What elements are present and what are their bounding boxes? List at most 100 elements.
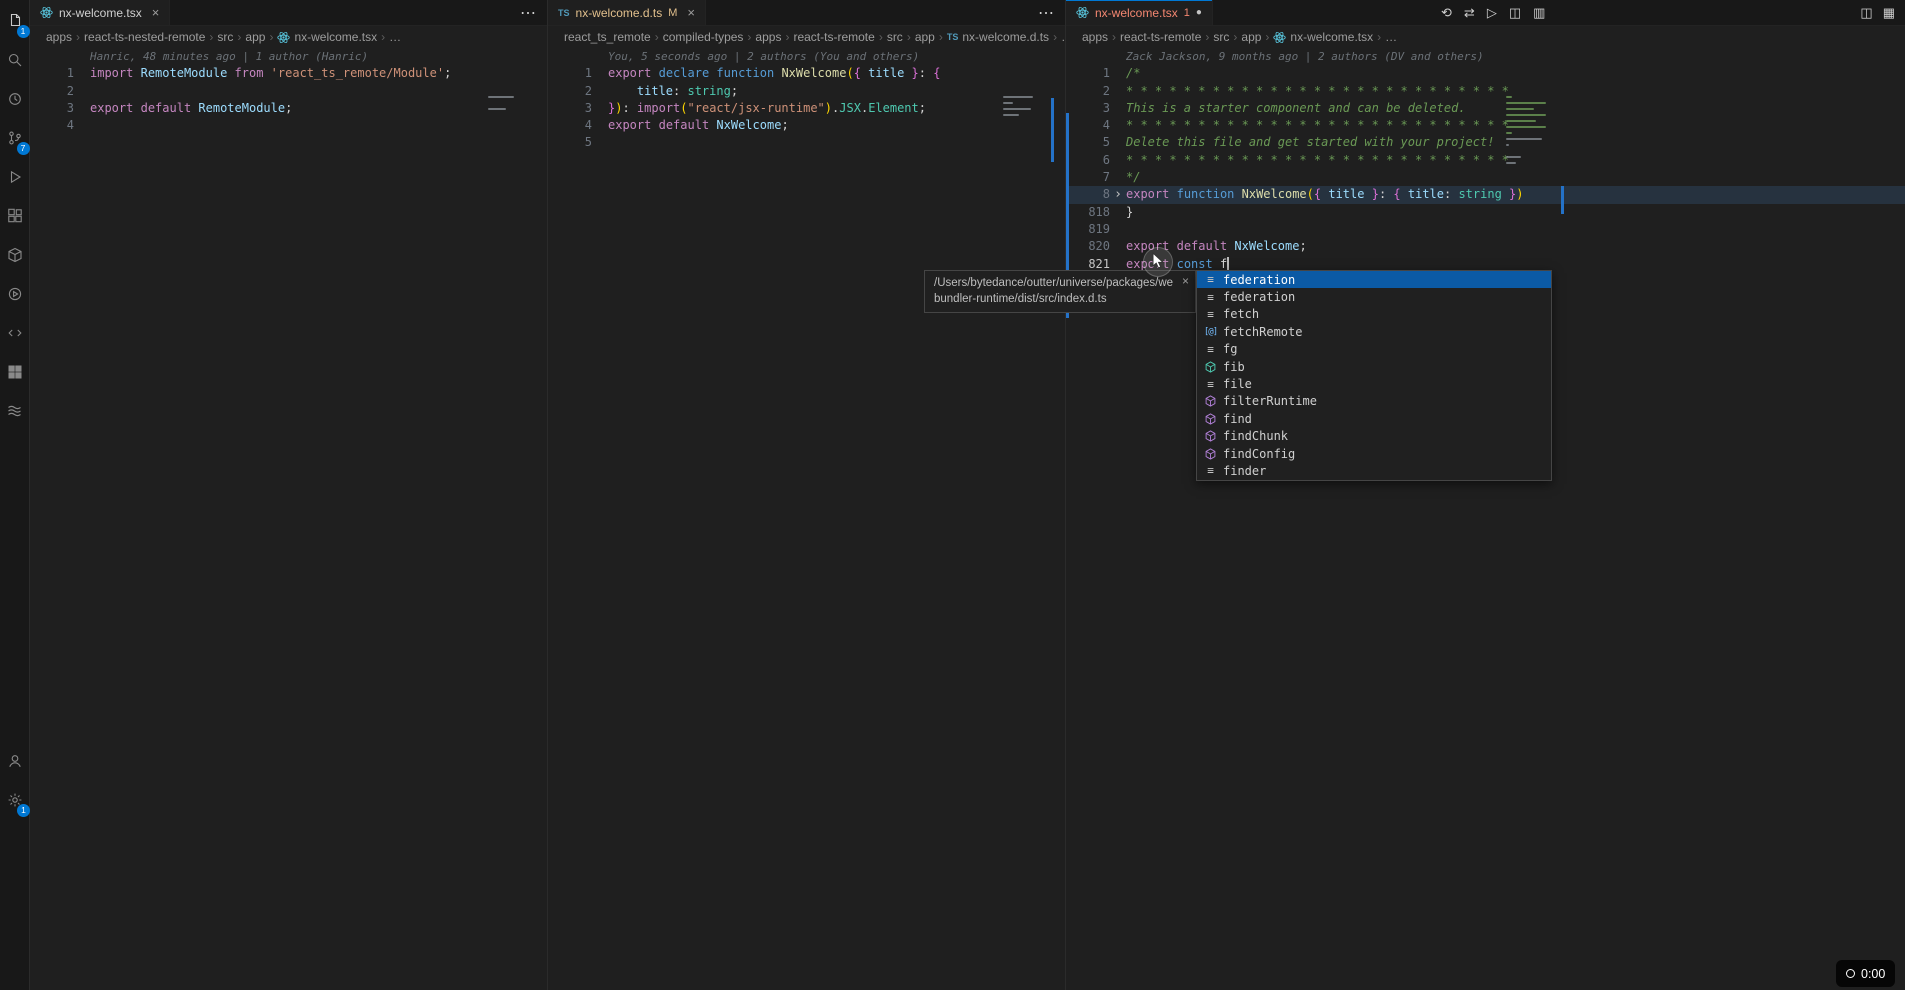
customize-layout-icon[interactable]: ▦ <box>1883 5 1895 21</box>
breadcrumb-item[interactable]: app <box>1241 30 1261 44</box>
breadcrumb-item[interactable]: react_ts_remote <box>564 30 651 44</box>
run-circle-button[interactable] <box>0 277 30 316</box>
tab-nx-welcome-tsx-nested[interactable]: nx-welcome.tsx × <box>30 0 170 25</box>
compare-changes-icon[interactable]: ⇄ <box>1464 5 1475 21</box>
discard-icon[interactable]: ⟲ <box>1441 5 1452 21</box>
tab-nx-welcome-dts[interactable]: TS nx-welcome.d.ts M × <box>548 0 706 25</box>
minimap[interactable] <box>488 96 522 116</box>
minimap[interactable] <box>1506 96 1560 170</box>
code-line[interactable]: 1/* <box>1066 65 1905 82</box>
code-line[interactable]: 3This is a starter component and can be … <box>1066 100 1905 117</box>
code-line[interactable]: 3}): import("react/jsx-runtime").JSX.Ele… <box>548 100 1065 117</box>
breadcrumb-label: app <box>245 30 265 44</box>
breadcrumb-item[interactable]: app <box>915 30 935 44</box>
explorer-button[interactable]: 1 <box>0 4 30 43</box>
breadcrumb-item[interactable]: nx-welcome.tsx <box>277 30 377 44</box>
suggestion-item[interactable]: ≡fetch <box>1197 306 1551 323</box>
breadcrumb-item[interactable]: app <box>245 30 265 44</box>
tab-nx-welcome-tsx[interactable]: nx-welcome.tsx 1 ● <box>1066 0 1213 25</box>
waves-button[interactable] <box>0 394 30 433</box>
remote-code-button[interactable] <box>0 316 30 355</box>
breadcrumb-separator: › <box>233 30 245 44</box>
more-actions-icon[interactable]: ⋯ <box>510 3 547 23</box>
close-icon[interactable]: × <box>1182 273 1189 289</box>
history-button[interactable] <box>0 82 30 121</box>
minimap[interactable] <box>1003 96 1049 122</box>
breadcrumb-item[interactable]: TSnx-welcome.d.ts <box>947 30 1049 44</box>
layout-icon[interactable]: ▥ <box>1533 5 1545 21</box>
settings-button[interactable]: 1 <box>0 783 30 822</box>
breadcrumb-item[interactable]: src <box>217 30 233 44</box>
breadcrumb-item[interactable]: nx-welcome.tsx <box>1273 30 1373 44</box>
breadcrumb-item[interactable]: … <box>1385 30 1397 44</box>
split-editor-icon[interactable]: ◫ <box>1509 5 1521 21</box>
code-line[interactable]: 2 <box>30 83 547 100</box>
suggestion-item[interactable]: findChunk <box>1197 428 1551 445</box>
breadcrumb-item[interactable]: compiled-types <box>663 30 744 44</box>
code-line[interactable]: 7*/ <box>1066 169 1905 186</box>
recording-timer: 0:00 <box>1836 960 1895 987</box>
breadcrumb-item[interactable]: apps <box>755 30 781 44</box>
code-text: * * * * * * * * * * * * * * * * * * * * … <box>1126 152 1509 169</box>
account-button[interactable] <box>0 744 30 783</box>
fold-chevron-icon[interactable]: › <box>1110 186 1126 203</box>
extensions-button[interactable] <box>0 199 30 238</box>
breadcrumb-item[interactable]: react-ts-nested-remote <box>84 30 205 44</box>
code-line[interactable]: 818} <box>1066 204 1905 221</box>
suggestion-item[interactable]: ≡file <box>1197 375 1551 392</box>
code-line[interactable]: 8›export function NxWelcome({ title }: {… <box>1066 186 1905 203</box>
close-icon[interactable]: × <box>687 5 695 20</box>
code-line[interactable]: 1import RemoteModule from 'react_ts_remo… <box>30 65 547 82</box>
code-line[interactable]: 2 title: string; <box>548 83 1065 100</box>
ts-icon: TS <box>947 32 959 42</box>
suggestion-item[interactable]: ≡finder <box>1197 462 1551 479</box>
editor-2[interactable]: You, 5 seconds ago | 2 authors (You and … <box>548 48 1065 990</box>
code-line[interactable]: 4* * * * * * * * * * * * * * * * * * * *… <box>1066 117 1905 134</box>
code-line[interactable]: 819 <box>1066 221 1905 238</box>
code-line[interactable]: 5Delete this file and get started with y… <box>1066 134 1905 151</box>
run-icon[interactable]: ▷ <box>1487 5 1497 21</box>
suggestion-item[interactable]: ≡federation <box>1197 271 1551 288</box>
breadcrumb-item[interactable]: apps <box>1082 30 1108 44</box>
code-line[interactable]: 4export default NxWelcome; <box>548 117 1065 134</box>
suggestion-item[interactable]: filterRuntime <box>1197 393 1551 410</box>
toggle-panel-icon[interactable]: ◫ <box>1860 5 1872 21</box>
suggestion-item[interactable]: ≡federation <box>1197 288 1551 305</box>
editor-3[interactable]: Zack Jackson, 9 months ago | 2 authors (… <box>1066 48 1905 990</box>
line-number: 819 <box>1066 221 1110 238</box>
breadcrumb-separator: › <box>377 30 389 44</box>
code-line[interactable]: 3export default RemoteModule; <box>30 100 547 117</box>
suggestion-label: fib <box>1223 360 1245 374</box>
search-button[interactable] <box>0 43 30 82</box>
breadcrumb-item[interactable]: apps <box>46 30 72 44</box>
editor-1[interactable]: Hanric, 48 minutes ago | 1 author (Hanri… <box>30 48 547 990</box>
breadcrumb-item[interactable]: react-ts-remote <box>1120 30 1201 44</box>
suggestion-item[interactable]: find <box>1197 410 1551 427</box>
breadcrumb-item[interactable]: src <box>887 30 903 44</box>
suggestion-item[interactable]: ≡fg <box>1197 341 1551 358</box>
breadcrumb-item[interactable]: src <box>1213 30 1229 44</box>
code-line[interactable]: 4 <box>30 117 547 134</box>
source-control-button[interactable]: 7 <box>0 121 30 160</box>
code-line[interactable]: 6* * * * * * * * * * * * * * * * * * * *… <box>1066 152 1905 169</box>
dirty-indicator-icon[interactable]: ● <box>1196 7 1202 18</box>
run-debug-button[interactable] <box>0 160 30 199</box>
close-icon[interactable]: × <box>152 5 160 20</box>
tab-label: nx-welcome.d.ts <box>576 6 663 20</box>
fold-gutter <box>74 83 90 100</box>
editor-group-1: nx-welcome.tsx × ⋯ apps › react-ts-nested-… <box>30 0 547 990</box>
line-number: 1 <box>548 65 592 82</box>
suggestion-item[interactable]: fib <box>1197 358 1551 375</box>
code-line[interactable]: 5 <box>548 134 1065 151</box>
code-line[interactable]: 2* * * * * * * * * * * * * * * * * * * *… <box>1066 83 1905 100</box>
breadcrumb-separator: › <box>875 30 887 44</box>
breadcrumb-item[interactable]: react-ts-remote <box>793 30 874 44</box>
code-line[interactable]: 1export declare function NxWelcome({ tit… <box>548 65 1065 82</box>
suggestion-item[interactable]: findConfig <box>1197 445 1551 462</box>
breadcrumb-item[interactable]: … <box>389 30 401 44</box>
grid-button[interactable] <box>0 355 30 394</box>
code-line[interactable]: 820export default NxWelcome; <box>1066 238 1905 255</box>
suggestion-item[interactable]: [@]fetchRemote <box>1197 323 1551 340</box>
more-actions-icon[interactable]: ⋯ <box>1028 3 1065 23</box>
package-button[interactable] <box>0 238 30 277</box>
